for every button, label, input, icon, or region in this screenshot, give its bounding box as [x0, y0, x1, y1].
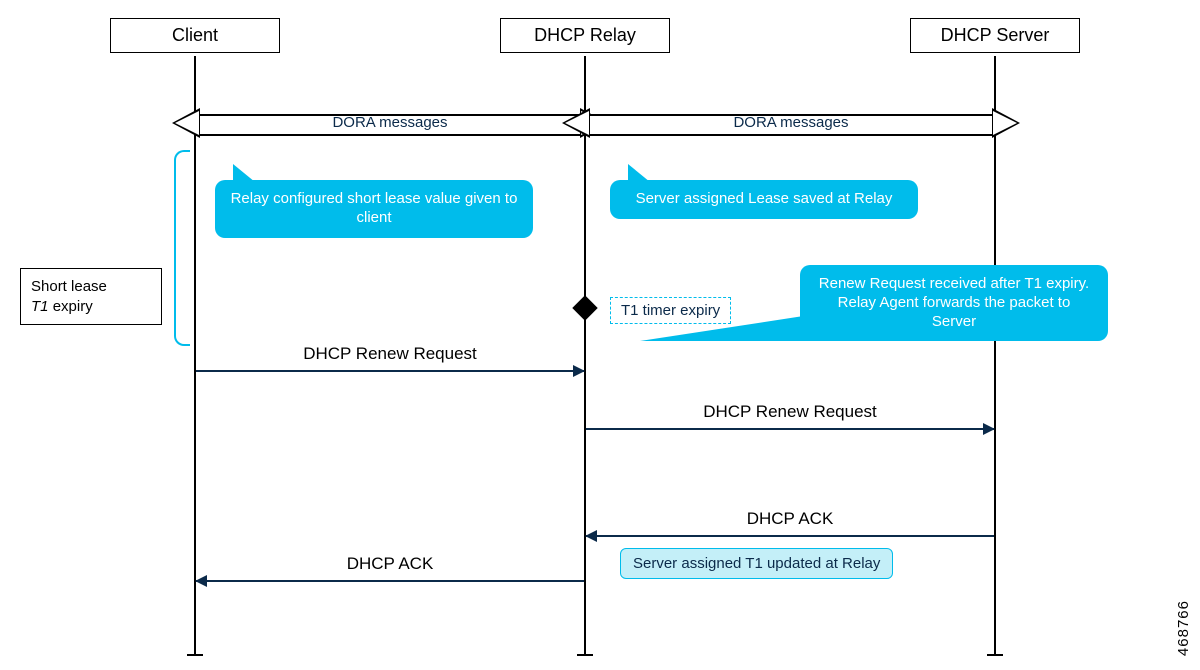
- short-lease-expiry-l1: Short lease: [31, 278, 107, 295]
- short-lease-expiry-box: Short lease T1 expiry: [20, 268, 162, 325]
- msg-ack-server-relay: DHCP ACK: [586, 535, 994, 537]
- t1-expiry-event-icon: [572, 295, 597, 320]
- callout-renew-forward: Renew Request received after T1 expiry. …: [800, 265, 1108, 341]
- msg-renew-client-relay: DHCP Renew Request: [196, 370, 584, 372]
- dora-left-label: DORA messages: [172, 114, 608, 131]
- dora-right-label: DORA messages: [562, 114, 1020, 131]
- msg-renew-client-relay-label: DHCP Renew Request: [196, 344, 584, 364]
- short-lease-expiry-l3: expiry: [53, 298, 93, 315]
- dora-relay-server-arrow: DORA messages: [562, 108, 1020, 138]
- short-lease-brace: [174, 150, 190, 346]
- msg-ack-relay-client-label: DHCP ACK: [196, 554, 584, 574]
- lifeline-relay-box: DHCP Relay: [500, 18, 670, 53]
- note-t1-updated: Server assigned T1 updated at Relay: [620, 548, 893, 579]
- short-lease-expiry-l2: T1: [31, 298, 49, 315]
- msg-ack-server-relay-label: DHCP ACK: [586, 509, 994, 529]
- dora-client-relay-arrow: DORA messages: [172, 108, 608, 138]
- callout-renew-forward-text: Renew Request received after T1 expiry. …: [819, 275, 1089, 330]
- callout-short-lease: Relay configured short lease value given…: [215, 180, 533, 238]
- msg-renew-relay-server-label: DHCP Renew Request: [586, 402, 994, 422]
- lifeline-relay: DHCP Relay: [500, 18, 670, 53]
- lifeline-server: DHCP Server: [910, 18, 1080, 53]
- image-id: 468766: [1175, 600, 1192, 656]
- callout-lease-saved: Server assigned Lease saved at Relay: [610, 180, 918, 219]
- sequence-diagram: Client DHCP Relay DHCP Server DORA messa…: [0, 0, 1200, 670]
- lifeline-client-box: Client: [110, 18, 280, 53]
- msg-renew-relay-server: DHCP Renew Request: [586, 428, 994, 430]
- lifeline-client: Client: [110, 18, 280, 53]
- callout-lease-saved-text: Server assigned Lease saved at Relay: [636, 190, 893, 207]
- callout-short-lease-text: Relay configured short lease value given…: [231, 190, 518, 226]
- lifeline-server-box: DHCP Server: [910, 18, 1080, 53]
- msg-ack-relay-client: DHCP ACK: [196, 580, 584, 582]
